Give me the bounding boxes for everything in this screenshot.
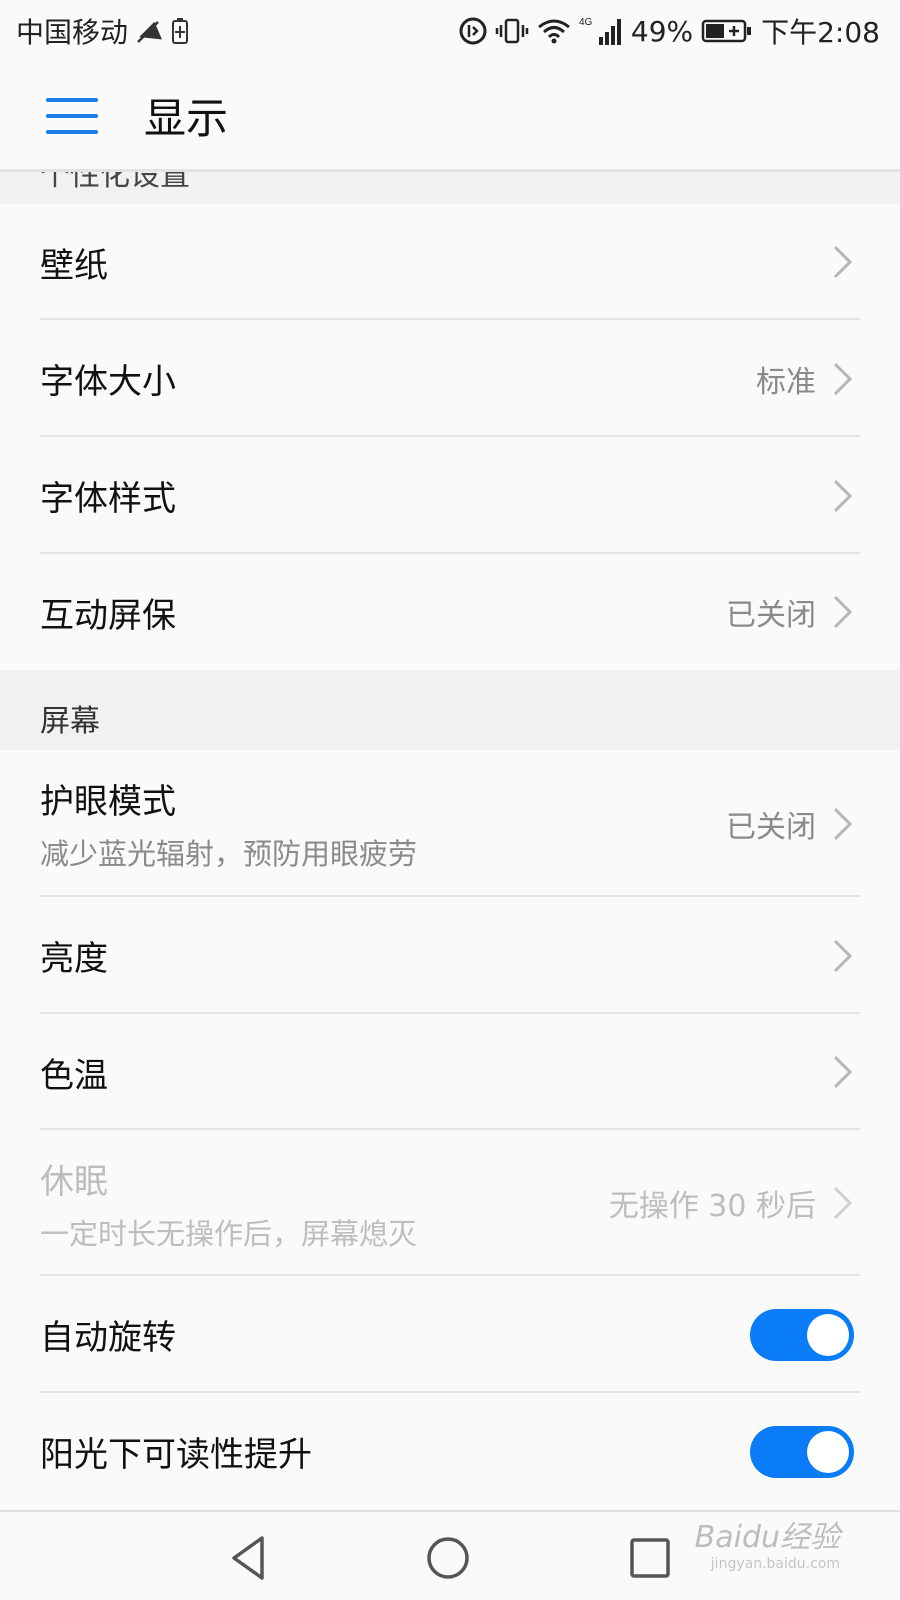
settings-row-color-temperature[interactable]: 色温 <box>0 1014 900 1130</box>
settings-row-wallpaper[interactable]: 壁纸 <box>0 204 900 320</box>
page-title: 显示 <box>144 94 229 143</box>
row-value: 已关闭 <box>726 598 816 633</box>
section-title: 个性化设置 <box>40 172 190 193</box>
wifi-icon <box>537 17 571 45</box>
sunlight-readability-toggle[interactable] <box>750 1425 854 1478</box>
recents-icon[interactable] <box>622 1530 678 1586</box>
row-title: 字体样式 <box>40 479 176 519</box>
chevron-right-icon <box>833 1055 853 1089</box>
settings-row-auto-rotate[interactable]: 自动旋转 <box>0 1276 900 1393</box>
settings-row-sleep: 休眠 一定时长无操作后，屏幕熄灭 无操作 30 秒后 <box>0 1130 900 1276</box>
chevron-right-icon <box>833 362 853 395</box>
chevron-right-icon <box>833 479 853 512</box>
row-value: 标准 <box>756 364 816 400</box>
app-bar: 显示 <box>0 62 900 172</box>
data-saver-icon <box>459 17 487 45</box>
row-title: 色温 <box>40 1055 108 1096</box>
toggle-knob <box>807 1313 849 1356</box>
home-icon[interactable] <box>420 1530 476 1586</box>
notification-muted-icon <box>134 16 164 46</box>
carrier-label: 中国移动 <box>16 16 129 49</box>
row-value: 无操作 30 秒后 <box>608 1189 816 1224</box>
menu-icon[interactable] <box>46 97 98 134</box>
chevron-right-icon <box>833 245 853 279</box>
settings-row-sunlight-readability[interactable]: 阳光下可读性提升 <box>0 1393 900 1510</box>
section-title: 屏幕 <box>40 704 100 739</box>
row-subtitle: 减少蓝光辐射，预防用眼疲劳 <box>40 837 418 871</box>
settings-row-eye-comfort[interactable]: 护眼模式 减少蓝光辐射，预防用眼疲劳 已关闭 <box>0 750 900 897</box>
clock: 下午2:08 <box>761 16 880 49</box>
battery-percent: 49% <box>630 14 694 48</box>
baidu-watermark: Baidu经验 jingyan.baidu.com <box>695 1512 840 1572</box>
row-title: 护眼模式 <box>40 782 176 822</box>
row-title: 字体大小 <box>40 362 176 402</box>
watermark-url: jingyan.baidu.com <box>710 1556 840 1572</box>
cellular-signal-icon: 4G <box>579 15 623 47</box>
back-icon[interactable] <box>222 1530 278 1586</box>
chevron-right-icon <box>833 1186 853 1220</box>
network-type-label: 4G <box>579 17 593 28</box>
row-value: 已关闭 <box>726 809 816 845</box>
auto-rotate-toggle[interactable] <box>750 1308 854 1361</box>
watermark-brand: Baidu经验 <box>694 1520 840 1555</box>
battery-charging-small-icon <box>170 16 190 46</box>
row-subtitle: 一定时长无操作后，屏幕熄灭 <box>40 1216 418 1251</box>
row-title: 自动旋转 <box>40 1318 176 1358</box>
row-title: 互动屏保 <box>40 595 176 636</box>
chevron-right-icon <box>833 939 853 972</box>
settings-row-screensaver[interactable]: 互动屏保 已关闭 <box>0 554 900 670</box>
section-header-screen: 屏幕 <box>0 670 900 750</box>
row-title: 壁纸 <box>40 245 108 286</box>
settings-row-brightness[interactable]: 亮度 <box>0 897 900 1014</box>
chevron-right-icon <box>833 807 853 840</box>
section-header-personalization: 个性化设置 <box>0 172 900 204</box>
chevron-right-icon <box>833 595 853 629</box>
status-bar: 中国移动 4G 49% 下午2:08 <box>0 0 900 62</box>
vibrate-icon <box>495 17 529 45</box>
row-title: 亮度 <box>40 939 108 979</box>
settings-row-font-style[interactable]: 字体样式 <box>0 437 900 554</box>
settings-row-font-size[interactable]: 字体大小 标准 <box>0 320 900 437</box>
toggle-knob <box>807 1430 849 1473</box>
row-title: 休眠 <box>40 1161 108 1202</box>
battery-icon <box>701 18 753 44</box>
row-title: 阳光下可读性提升 <box>40 1435 312 1475</box>
